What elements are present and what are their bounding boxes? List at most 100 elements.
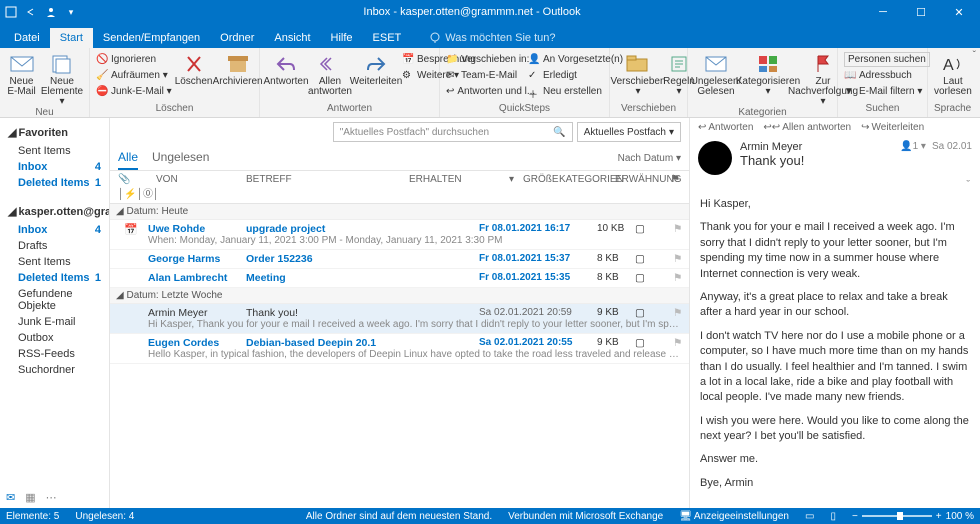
folder-item-drafts[interactable]: Drafts xyxy=(0,238,109,254)
favorites-header[interactable]: ◢Favoriten xyxy=(0,122,109,143)
status-display[interactable]: 🖥Anzeigeeinstellungen xyxy=(679,511,789,522)
view-reading-icon[interactable]: ▯ xyxy=(830,511,836,522)
message-row[interactable]: Eugen CordesDebian-based Deepin 20.1Sa 0… xyxy=(110,334,689,364)
filter-email-button[interactable]: ▼E-Mail filtern ▾ xyxy=(844,84,930,99)
tab-unread[interactable]: Ungelesen xyxy=(152,146,209,170)
junk-button[interactable]: ⛔Junk-E-Mail ▾ xyxy=(96,84,172,99)
account-header[interactable]: ◢kasper.otten@gra... xyxy=(0,201,109,222)
tab-start[interactable]: Start xyxy=(50,28,93,48)
qs-create[interactable]: ＋Neu erstellen xyxy=(528,84,606,99)
qat-save-icon[interactable] xyxy=(4,5,18,19)
book-icon: 📖 xyxy=(844,70,856,82)
meeting-icon: 📅 xyxy=(402,54,414,66)
search-scope[interactable]: Aktuelles Postfach▾ xyxy=(577,122,681,142)
search-input[interactable]: "Aktuelles Postfach" durchsuchen 🔍 xyxy=(333,122,573,142)
zoom-out[interactable]: − xyxy=(852,511,858,522)
qs-reply-and[interactable]: ↩Antworten und l... xyxy=(446,84,524,99)
filter-icon: ▼ xyxy=(844,86,856,98)
rp-reply-all[interactable]: ↩↩Allen antworten xyxy=(763,122,851,133)
column-headers[interactable]: 📎│⚡│⓪│ VON BETREFF ERHALTEN ▾ GRÖßE KATE… xyxy=(110,171,689,204)
ribbon-collapse[interactable]: ˇ xyxy=(973,50,976,61)
folder-item-outbox[interactable]: Outbox xyxy=(0,330,109,346)
menubar: Datei Start Senden/Empfangen Ordner Ansi… xyxy=(0,24,980,48)
message-row[interactable]: Armin MeyerThank you!Sa 02.01.2021 20:59… xyxy=(110,304,689,334)
tab-senden-empfangen[interactable]: Senden/Empfangen xyxy=(93,28,210,48)
flag-icon[interactable]: ⚑ xyxy=(673,337,683,349)
message-row[interactable]: Alan LambrechtMeetingFr 08.01.2021 15:35… xyxy=(110,269,689,288)
search-icon[interactable]: 🔍 xyxy=(553,127,565,138)
recipients-count[interactable]: 👤1 ▾ xyxy=(900,141,926,152)
move-button[interactable]: Verschieben ▾ xyxy=(616,50,660,97)
tab-datei[interactable]: Datei xyxy=(4,28,50,48)
qat-undo-icon[interactable] xyxy=(24,5,38,19)
tab-ordner[interactable]: Ordner xyxy=(210,28,264,48)
tab-hilfe[interactable]: Hilfe xyxy=(321,28,363,48)
message-row[interactable]: George HarmsOrder 152236Fr 08.01.2021 15… xyxy=(110,250,689,269)
qs-move-to[interactable]: 📁Verschieben in: ? xyxy=(446,52,524,67)
person-icon: 👤 xyxy=(900,141,912,152)
qs-boss[interactable]: 👤An Vorgesetzte(n) xyxy=(528,52,606,67)
bulb-icon xyxy=(429,32,441,44)
read-aloud-button[interactable]: A Laut vorlesen xyxy=(934,50,972,97)
folder-item-sent-items[interactable]: Sent Items xyxy=(0,254,109,270)
minimize-button[interactable]: ─ xyxy=(866,0,900,24)
group-header[interactable]: ◢ Datum: Letzte Woche xyxy=(110,288,689,304)
new-items-button[interactable]: Neue Elemente ▾ xyxy=(41,50,83,107)
tab-all[interactable]: Alle xyxy=(118,146,138,170)
ignore-button[interactable]: 🚫Ignorieren xyxy=(96,52,172,67)
expand-icon[interactable]: ˇ xyxy=(966,179,970,191)
tell-me[interactable]: Was möchten Sie tun? xyxy=(421,28,563,48)
message-list-pane: "Aktuelles Postfach" durchsuchen 🔍 Aktue… xyxy=(110,118,690,508)
qat-down-icon[interactable]: ▾ xyxy=(64,5,78,19)
reply-button[interactable]: Antworten xyxy=(266,50,306,87)
rp-reply[interactable]: ↩Antworten xyxy=(698,122,753,133)
nav-mail-icon[interactable]: ✉ xyxy=(6,491,15,504)
maximize-button[interactable]: ☐ xyxy=(904,0,938,24)
msg-size: 8 KB xyxy=(597,272,627,284)
group-header[interactable]: ◢ Datum: Heute xyxy=(110,204,689,220)
folder-item-inbox[interactable]: Inbox4 xyxy=(0,222,109,238)
fav-item-inbox[interactable]: Inbox4 xyxy=(0,159,109,175)
nav-more-icon[interactable]: ⋯ xyxy=(46,491,57,504)
flag-icon[interactable]: ⚑ xyxy=(673,223,683,235)
flag-icon[interactable]: ⚑ xyxy=(673,272,683,284)
sort-button[interactable]: Nach Datum ▾ xyxy=(618,146,681,170)
people-search[interactable]: Personen suchen xyxy=(844,52,930,67)
tab-eset[interactable]: ESET xyxy=(363,28,412,48)
folder-item-suchordner[interactable]: Suchordner xyxy=(0,362,109,378)
view-normal-icon[interactable]: ▭ xyxy=(805,511,814,522)
message-row[interactable]: 📅Uwe Rohdeupgrade projectFr 08.01.2021 1… xyxy=(110,220,689,250)
zoom-slider[interactable] xyxy=(862,515,932,517)
qat-person-icon[interactable] xyxy=(44,5,58,19)
categorize-button[interactable]: Kategorisieren ▾ xyxy=(742,50,794,97)
tab-ansicht[interactable]: Ansicht xyxy=(264,28,320,48)
unread-button[interactable]: Ungelesen/ Gelesen xyxy=(694,50,738,97)
new-email-button[interactable]: Neue E-Mail xyxy=(6,50,37,97)
folder-item-deleted-items[interactable]: Deleted Items1 xyxy=(0,270,109,286)
status-unread: Ungelesen: 4 xyxy=(75,511,134,522)
close-button[interactable]: ✕ xyxy=(942,0,976,24)
folder-item-rss-feeds[interactable]: RSS-Feeds xyxy=(0,346,109,362)
folder-item-gefundene-objekte[interactable]: Gefundene Objekte xyxy=(0,286,109,314)
qs-done[interactable]: ✓Erledigt xyxy=(528,68,606,83)
flag-icon[interactable]: ⚑ xyxy=(673,307,683,319)
cleanup-button[interactable]: 🧹Aufräumen ▾ xyxy=(96,68,172,83)
reply-icon: ↩ xyxy=(698,122,706,133)
msg-subject: Debian-based Deepin 20.1 xyxy=(246,337,471,349)
archive-button[interactable]: Archivieren xyxy=(216,50,260,87)
qs-team[interactable]: ✉Team-E-Mail xyxy=(446,68,524,83)
flag-icon[interactable]: ⚑ xyxy=(673,253,683,265)
folder-item-junk-e-mail[interactable]: Junk E-mail xyxy=(0,314,109,330)
forward-button[interactable]: Weiterleiten xyxy=(354,50,398,87)
nav-calendar-icon[interactable]: ▦ xyxy=(25,491,35,504)
body-paragraph: Answer me. xyxy=(700,452,970,467)
flag-icon xyxy=(811,52,835,76)
rp-forward[interactable]: ↪Weiterleiten xyxy=(861,122,924,133)
move-icon xyxy=(626,52,650,76)
fav-item-sent-items[interactable]: Sent Items xyxy=(0,143,109,159)
delete-button[interactable]: Löschen xyxy=(176,50,212,87)
addressbook-button[interactable]: 📖Adressbuch xyxy=(844,68,930,83)
zoom-in[interactable]: + xyxy=(936,511,942,522)
reply-all-button[interactable]: Allen antworten xyxy=(310,50,350,97)
fav-item-deleted-items[interactable]: Deleted Items1 xyxy=(0,175,109,191)
